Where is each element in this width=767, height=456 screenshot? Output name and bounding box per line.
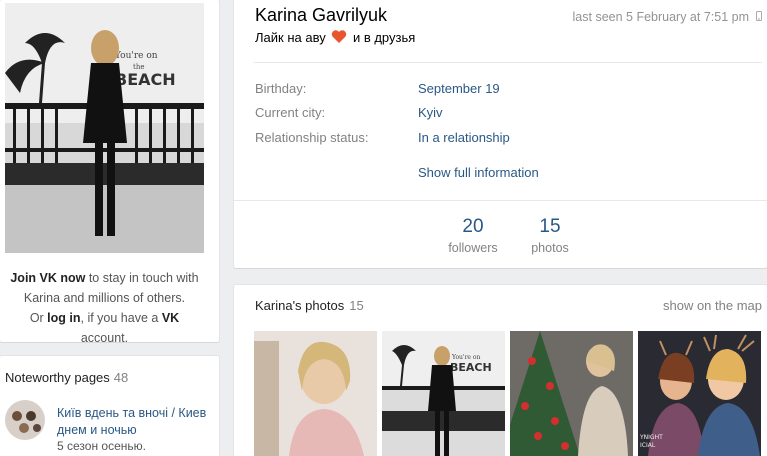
svg-text:You're on: You're on xyxy=(451,354,481,361)
photo-thumbnail[interactable]: YNIGHT ICIAL xyxy=(638,331,761,456)
noteworthy-count: 48 xyxy=(113,370,129,385)
last-seen: last seen 5 February at 7:51 pm xyxy=(572,10,749,24)
divider xyxy=(234,200,767,201)
info-value-relationship[interactable]: In a relationship xyxy=(418,130,510,145)
show-full-info-link[interactable]: Show full information xyxy=(418,165,539,180)
divider xyxy=(254,62,762,63)
profile-name: Karina Gavrilyuk xyxy=(255,5,388,25)
photos-title[interactable]: Karina's photos 15 xyxy=(255,298,364,313)
show-on-map-link[interactable]: show on the map xyxy=(663,298,762,313)
info-label-city: Current city: xyxy=(255,105,326,120)
info-label-relationship: Relationship status: xyxy=(255,130,369,145)
profile-avatar[interactable]: You're on the BEACH xyxy=(5,3,204,253)
photos-counter[interactable]: 15 photos xyxy=(510,216,590,255)
photo-thumbnail[interactable]: You're on BEACH xyxy=(382,331,505,456)
noteworthy-title[interactable]: Noteworthy pages 48 xyxy=(5,370,128,385)
noteworthy-item-desc: 5 сезон осенью. xyxy=(57,439,146,453)
info-value-city[interactable]: Kyiv xyxy=(418,105,443,120)
info-value-birthday[interactable]: September 19 xyxy=(418,81,500,96)
svg-text:ICIAL: ICIAL xyxy=(640,442,656,449)
noteworthy-item-avatar[interactable] xyxy=(5,400,45,440)
photos-count: 15 xyxy=(349,298,364,313)
join-prompt: Join VK now to stay in touch with Karina… xyxy=(10,271,199,345)
noteworthy-item-name[interactable]: Київ вдень та вночі / Киев днем и ночью xyxy=(57,405,207,439)
svg-text:You're on: You're on xyxy=(114,51,158,61)
heart-icon xyxy=(332,30,347,43)
join-link[interactable]: Join VK now xyxy=(10,271,85,285)
photo-thumbnail[interactable] xyxy=(510,331,633,456)
photo-thumbnail[interactable] xyxy=(254,331,377,456)
followers-counter[interactable]: 20 followers xyxy=(433,216,513,255)
svg-text:YNIGHT: YNIGHT xyxy=(639,434,663,441)
svg-text:BEACH: BEACH xyxy=(115,70,176,89)
mobile-phone-icon xyxy=(756,11,762,21)
login-link[interactable]: log in xyxy=(47,311,80,325)
svg-text:BEACH: BEACH xyxy=(450,361,492,374)
info-label-birthday: Birthday: xyxy=(255,81,307,96)
profile-status: Лайк на аву и в друзья xyxy=(255,30,416,45)
